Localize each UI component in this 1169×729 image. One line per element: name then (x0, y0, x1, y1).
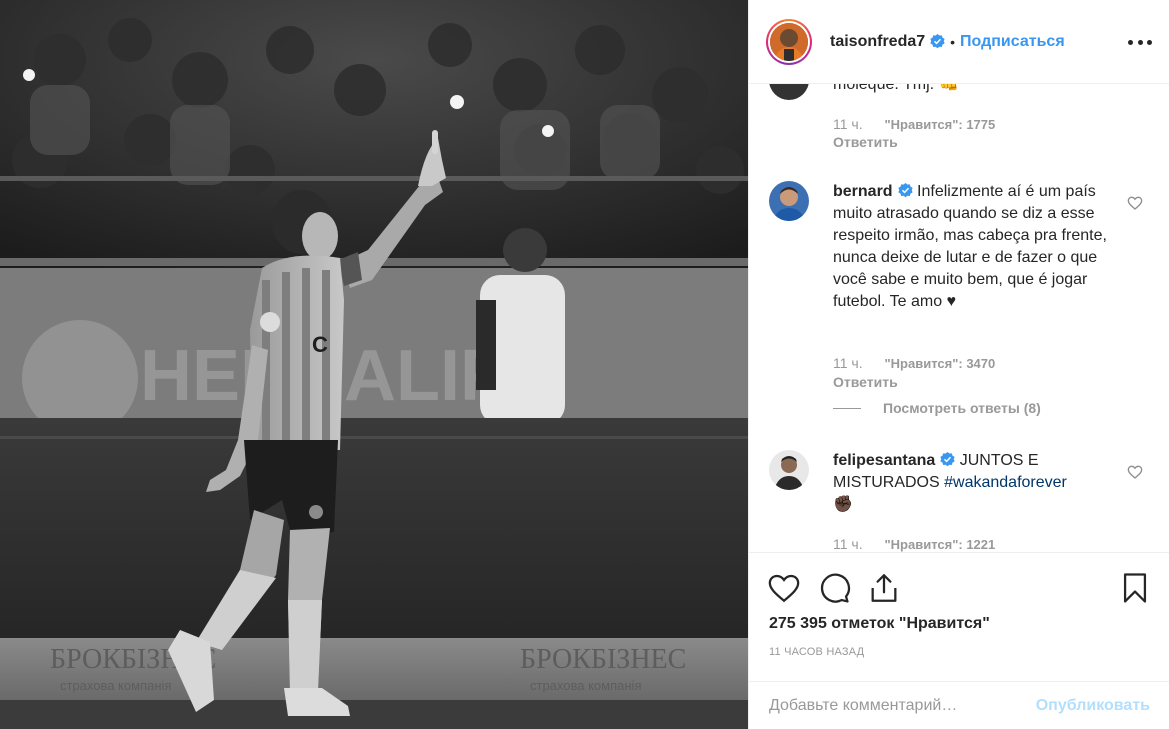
comment-meta: 11 ч. "Нравится": 3470 (833, 355, 995, 371)
author-avatar[interactable] (766, 18, 812, 65)
reply-button[interactable]: Ответить (833, 134, 898, 150)
banner-left-subtext: страхова компанія (60, 678, 171, 693)
comment-body: Infelizmente aí é um país muito atrasado… (833, 183, 1107, 310)
author-avatar-image (770, 22, 808, 61)
comment-item: felipesantana JUNTOS E MISTURADOS #wakan… (769, 450, 1149, 552)
author-username[interactable]: taisonfreda7 (830, 33, 925, 51)
comment-time: 11 ч. (833, 536, 863, 552)
comment-item: bernard Infelizmente aí é um país muito … (769, 181, 1149, 431)
post-header: taisonfreda7 • Подписаться (749, 0, 1169, 84)
more-options-icon[interactable] (1128, 32, 1152, 52)
comment-like-heart-icon[interactable] (1127, 195, 1143, 211)
bernard-avatar-image (769, 181, 809, 221)
add-comment-bar: Опубликовать (749, 681, 1169, 729)
post-photo[interactable]: HERBALIFE БРОКБІЗНЕС страхова компанія Б… (0, 0, 748, 729)
commenter-avatar[interactable] (769, 181, 809, 221)
comment-input[interactable] (769, 697, 1036, 715)
verified-badge-icon (930, 34, 945, 49)
svg-text:C: C (312, 332, 328, 357)
hashtag-link[interactable]: #wakandaforever (944, 474, 1067, 491)
comment-likes[interactable]: "Нравится": 3470 (885, 356, 996, 371)
comment-time: 11 ч. (833, 116, 863, 132)
verified-badge-icon (940, 452, 955, 467)
reply-button[interactable]: Ответить (833, 374, 898, 390)
post-image: HERBALIFE БРОКБІЗНЕС страхова компанія Б… (0, 0, 748, 729)
comment-meta: 11 ч. "Нравится": 1221 (833, 536, 995, 552)
view-replies-label: Посмотреть ответы (8) (883, 400, 1041, 416)
post-actions: 275 395 отметок "Нравится" 11 ЧАСОВ НАЗА… (749, 552, 1169, 729)
commenter-avatar[interactable] (769, 450, 809, 490)
commenter-username[interactable]: bernard (833, 183, 893, 200)
heart-icon[interactable] (767, 571, 801, 605)
likes-count[interactable]: 275 395 отметок "Нравится" (769, 615, 990, 633)
commenter-username[interactable]: felipesantana (833, 452, 935, 469)
comment-likes[interactable]: "Нравится": 1775 (885, 117, 996, 132)
bookmark-icon[interactable] (1118, 571, 1152, 605)
verified-badge-icon (897, 183, 913, 198)
comment-text: felipesantana JUNTOS E MISTURADOS #wakan… (833, 450, 1123, 516)
banner-right-text: БРОКБІЗНЕС (520, 644, 686, 675)
replies-divider (833, 407, 861, 409)
comment-like-heart-icon[interactable] (1127, 464, 1143, 480)
share-icon[interactable] (867, 571, 901, 605)
comment-text: bernard Infelizmente aí é um país muito … (833, 181, 1123, 313)
comment-time: 11 ч. (833, 355, 863, 371)
comment-likes[interactable]: "Нравится": 1221 (885, 537, 996, 552)
comment-text: moleque. Tmj. 👊 (833, 84, 959, 93)
post-timestamp[interactable]: 11 ЧАСОВ НАЗАД (769, 646, 864, 658)
felipesantana-avatar-image (769, 450, 809, 490)
banner-right-subtext: страхова компанія (530, 678, 641, 693)
comment-icon[interactable] (817, 571, 851, 605)
view-replies-button[interactable]: Посмотреть ответы (8) (833, 400, 1041, 416)
commenter-avatar[interactable] (769, 84, 809, 100)
follow-button[interactable]: Подписаться (960, 33, 1065, 51)
header-separator: • (950, 33, 956, 50)
comment-meta: 11 ч. "Нравится": 1775 (833, 116, 995, 132)
comments-list[interactable]: moleque. Tmj. 👊 11 ч. "Нравится": 1775 О… (749, 84, 1169, 552)
comment-emoji: ✊🏿 (833, 496, 853, 513)
publish-button[interactable]: Опубликовать (1036, 697, 1150, 715)
post-sidebar: taisonfreda7 • Подписаться moleque. Tmj.… (748, 0, 1169, 729)
